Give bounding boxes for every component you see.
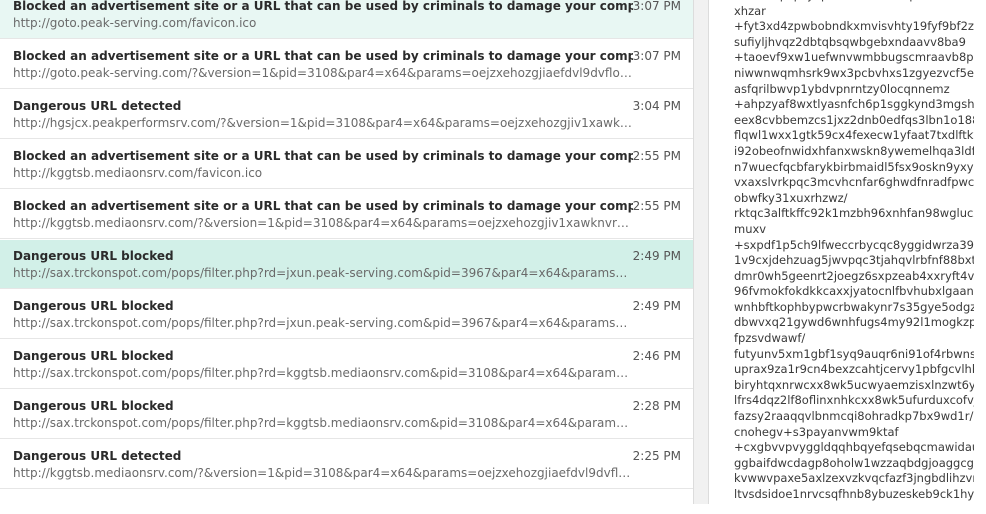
detail-text-line: kvwwvpaxe5axlzexvzkvqcfazf3jngbdlihzvrb xyxy=(734,471,974,486)
event-title: Dangerous URL blocked xyxy=(13,399,174,413)
event-row[interactable]: Blocked an advertisement site or a URL t… xyxy=(0,0,693,39)
event-url: http://sax.trckonspot.com/pops/filter.ph… xyxy=(13,266,633,280)
detail-text-line: rktqc3alftkffc92k1mzbh96xnhfan98wglucxe xyxy=(734,206,974,221)
event-url: http://sax.trckonspot.com/pops/filter.ph… xyxy=(13,366,633,380)
detail-text-line: +ahpzyaf8wxtlyasnfch6p1sggkynd3mgshxe xyxy=(734,97,974,112)
detail-text-line: eex8cvbbemzcs1jxz2dnb0edfqs3lbn1o188y xyxy=(734,112,974,127)
event-time: 3:07 PM xyxy=(632,0,681,13)
detail-text-line: muxv xyxy=(734,221,767,236)
event-url: http://goto.peak-serving.com/favicon.ico xyxy=(13,16,257,30)
event-time: 2:46 PM xyxy=(632,349,681,363)
event-row[interactable]: Dangerous URL blocked http://sax.trckonsp… xyxy=(0,390,693,439)
detail-text-line: fazsy2raaqqvlbnmcqi8ohradkp7bx9wd1r/ xyxy=(734,409,974,424)
event-url: http://goto.peak-serving.com/?&version=1… xyxy=(13,66,633,80)
event-title: Dangerous URL detected xyxy=(13,99,182,113)
event-url: http://sax.trckonspot.com/pops/filter.ph… xyxy=(13,316,633,330)
event-row[interactable]: Blocked an advertisement site or a URL t… xyxy=(0,190,693,239)
event-url: http://hgsjcx.peakperformsrv.com/?&versi… xyxy=(13,116,633,130)
event-title: Blocked an advertisement site or a URL t… xyxy=(13,149,633,163)
event-row[interactable]: Dangerous URL blocked http://sax.trckonsp… xyxy=(0,290,693,339)
event-row[interactable]: Dangerous URL blocked http://sax.trckonsp… xyxy=(0,240,693,289)
event-url: http://kggtsb.mediaonsrv.com/favicon.ico xyxy=(13,166,263,180)
detail-text-line: caxuxdqkqeiyopanbvmxrdaorqh8xnmalmcmbqh xyxy=(734,0,974,4)
detail-text-line: obwfky31xuxrhzwz/ xyxy=(734,190,848,205)
event-row[interactable]: Dangerous URL detected http://hgsjcx.peak… xyxy=(0,90,693,139)
event-url: http://sax.trckonspot.com/pops/filter.ph… xyxy=(13,416,633,430)
detail-text-line: wnhbftkophbypwcrbwakynr7s35gye5odgz xyxy=(734,299,974,314)
detail-text-line: +taoevf9xw1uefwnvwmbbugscmraavb8pyg xyxy=(734,50,974,65)
event-title: Blocked an advertisement site or a URL t… xyxy=(13,0,633,13)
detail-text-line: +fyt3xd4zpwbobndkxmvisvhty19fyf9bf2zw xyxy=(734,19,974,34)
detail-text-line: futyunv5xm1gbf1syq9auqr6ni91of4rbwnsd xyxy=(734,346,974,361)
detail-text-line: uprax9za1r9cn4bexzcahtjcervy1pbfgcvlhbyl xyxy=(734,362,974,377)
event-title: Dangerous URL detected xyxy=(13,449,182,463)
event-time: 3:07 PM xyxy=(632,49,681,63)
event-title: Blocked an advertisement site or a URL t… xyxy=(13,49,633,63)
event-url: http://kggtsb.mediaonsrv.com/?&version=1… xyxy=(13,466,633,480)
detail-text-line: flqwl1wxx1gtk59cx4fexecw1yfaat7txdlftkwd xyxy=(734,128,974,143)
detail-text-line: niwwnwqmhsrk9wx3pcbvhxs1zgyezvcf5eyg xyxy=(734,65,974,80)
detail-text-line: n7wuecfqcbfarykbirbmaidl5fsx9oskn9yxyae xyxy=(734,159,974,174)
event-title: Dangerous URL blocked xyxy=(13,349,174,363)
detail-text-line: ltvsdsidoe1nrvcsqfhnb8ybuzeskeb9ck1hyme xyxy=(734,487,974,501)
detail-text-line: dbwvxq21gywd6wnhfugs4my92l1mogkzpd xyxy=(734,315,974,330)
detail-text-line: asfqrilbwvp1ybdvpnrntzy0locqnnemz xyxy=(734,81,950,96)
detail-text-line: biryhtqxnrwcxx8wk5ucwyaemzisxlnzwt6y3a xyxy=(734,377,974,392)
event-title: Dangerous URL blocked xyxy=(13,249,174,263)
detail-text-line: vxaxslvrkpqc3mcvhcnfar6ghwdfnradfpwcx9 xyxy=(734,175,974,190)
event-title: Blocked an advertisement site or a URL t… xyxy=(13,199,633,213)
event-title: Dangerous URL blocked xyxy=(13,299,174,313)
event-time: 2:49 PM xyxy=(632,249,681,263)
detail-text-line: fpzsvdwawf/ xyxy=(734,331,806,346)
detail-text-line: +sxpdf1p5ch9lfweccrbycqc8yggidwrza39gy xyxy=(734,237,974,252)
event-time: 3:04 PM xyxy=(632,99,681,113)
event-row[interactable]: Dangerous URL blocked http://sax.trckonsp… xyxy=(0,340,693,389)
detail-text-line: lfrs4dqz2lf8oflinxnhkcxx8wk5ufurduxcofvj… xyxy=(734,393,974,408)
detail-text-line: i92obeofnwidxhfanxwskn8ywemelhqa3ldfa xyxy=(734,143,974,158)
detail-text-line: sufiyljhvqz2dbtqbsqwbgebxndaavv8ba9 xyxy=(734,34,966,49)
detail-text-line: dmr0wh5geenrt2joegz6sxpzeab4xxryft4vls xyxy=(734,268,974,283)
event-time: 2:55 PM xyxy=(632,149,681,163)
splitter-scrollbar[interactable] xyxy=(693,0,709,504)
event-time: 2:49 PM xyxy=(632,299,681,313)
event-row[interactable]: Blocked an advertisement site or a URL t… xyxy=(0,140,693,189)
event-detail-pane: caxuxdqkqeiyopanbvmxrdaorqh8xnmalmcmbqhx… xyxy=(734,0,974,508)
event-row[interactable]: Dangerous URL detected http://kggtsb.medi… xyxy=(0,440,693,489)
event-time: 2:25 PM xyxy=(632,449,681,463)
detail-text-line: 1v9cxjdehzuag5jwvpqc3tjahqvlrbfnf88bxtq xyxy=(734,253,974,268)
detail-text-line: cnohegv+s3payanvwm9ktaf xyxy=(734,424,899,439)
event-list: Blocked an advertisement site or a URL t… xyxy=(0,0,693,514)
event-url: http://kggtsb.mediaonsrv.com/?&version=1… xyxy=(13,216,633,230)
event-time: 2:55 PM xyxy=(632,199,681,213)
event-time: 2:28 PM xyxy=(632,399,681,413)
event-row[interactable]: Blocked an advertisement site or a URL t… xyxy=(0,40,693,89)
detail-text-line: 96fvmokfokdkkcaxxjyatocnlfbvhubxlgaanv xyxy=(734,284,974,299)
detail-text-line: ggbaifdwcdagp8oholw1wzzaqbdgjoaggcg xyxy=(734,455,974,470)
detail-text-line: +cxgbvvpvyggldqqhbqyefqsebqcmawidau xyxy=(734,440,974,455)
detail-text-line: xhzar xyxy=(734,3,766,18)
